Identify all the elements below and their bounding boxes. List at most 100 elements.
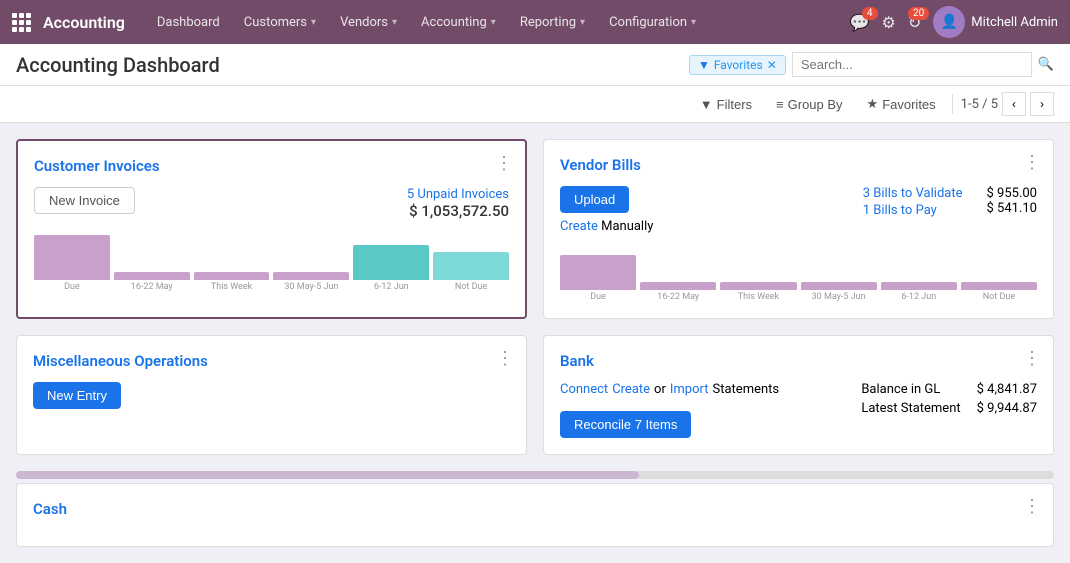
page-title: Accounting Dashboard: [16, 53, 220, 77]
scrollbar[interactable]: [16, 471, 1054, 479]
bills-validate-link[interactable]: 3 Bills to Validate: [863, 186, 963, 201]
bar-column: 30 May-5 Jun: [273, 272, 349, 292]
latest-statement-label: Latest Statement: [861, 401, 960, 416]
filters-button[interactable]: ▼ Filters: [692, 93, 760, 116]
search-input[interactable]: [792, 52, 1032, 77]
chevron-down-icon: ▾: [311, 17, 316, 28]
latest-statement-row: Latest Statement $ 9,944.87: [861, 401, 1037, 416]
customer-invoices-menu[interactable]: ⋮: [495, 153, 513, 174]
pagination: 1-5 / 5 ‹ ›: [961, 92, 1054, 116]
chevron-down-icon: ▾: [691, 17, 696, 28]
bar-label: This Week: [738, 292, 779, 302]
navbar-right: 💬4 ⚙ ↻20 👤 Mitchell Admin: [850, 6, 1058, 38]
misc-menu[interactable]: ⋮: [496, 348, 514, 369]
refresh-badge: 20: [908, 7, 929, 20]
misc-title: Miscellaneous Operations: [33, 352, 510, 370]
navbar: Accounting Dashboard Customers ▾ Vendors…: [0, 0, 1070, 44]
bar-label: 16-22 May: [657, 292, 699, 302]
bar: [114, 272, 190, 280]
cash-menu[interactable]: ⋮: [1023, 496, 1041, 517]
nav-accounting[interactable]: Accounting ▾: [409, 0, 508, 44]
import-link[interactable]: Import: [670, 382, 709, 397]
invoice-amount: $ 1,053,572.50: [407, 202, 509, 220]
bar: [433, 252, 509, 280]
invoice-bar-chart: Due 16-22 May This Week 30 May-5 Jun6-12 Ju…: [34, 232, 509, 292]
brand: Accounting: [43, 13, 125, 32]
refresh-icon[interactable]: ↻20: [908, 13, 921, 32]
cash-title: Cash: [33, 500, 1037, 518]
messages-icon[interactable]: 💬4: [850, 13, 870, 32]
connect-link[interactable]: Connect: [560, 382, 608, 397]
search-icon[interactable]: 🔍: [1038, 57, 1054, 72]
bar: [194, 272, 270, 280]
next-page-button[interactable]: ›: [1030, 92, 1054, 116]
vb-links: 3 Bills to Validate 1 Bills to Pay: [863, 186, 963, 218]
filter-bar: ▼ Filters ≡ Group By ★ Favorites 1-5 / 5…: [0, 86, 1070, 123]
remove-favorites-icon[interactable]: ✕: [767, 58, 777, 72]
vendor-bar-chart: Due16-22 MayThis Week30 May-5 Jun6-12 Ju…: [560, 242, 1037, 302]
sub-header: Accounting Dashboard ▼ Favorites ✕ 🔍: [0, 44, 1070, 86]
bar-column: 6-12 Jun: [353, 245, 429, 292]
filter-icon: ▼: [698, 58, 710, 72]
bank-menu[interactable]: ⋮: [1023, 348, 1041, 369]
bar-label: This Week: [211, 282, 252, 292]
star-icon: ★: [867, 96, 879, 112]
bar-column: 6-12 Jun: [881, 282, 957, 302]
reconcile-button[interactable]: Reconcile 7 Items: [560, 411, 691, 438]
latest-statement-amount: $ 9,944.87: [977, 401, 1037, 416]
favorites-tag[interactable]: ▼ Favorites ✕: [689, 55, 786, 75]
bar-label: Not Due: [983, 292, 1015, 302]
bar: [881, 282, 957, 290]
bar: [961, 282, 1037, 290]
vendor-bills-title: Vendor Bills: [560, 156, 1037, 174]
favorites-label: Favorites: [714, 58, 763, 72]
favorites-button[interactable]: ★ Favorites: [859, 92, 944, 116]
nav-customers[interactable]: Customers ▾: [232, 0, 328, 44]
settings-icon[interactable]: ⚙: [882, 13, 896, 32]
group-by-button[interactable]: ≡ Group By: [768, 93, 851, 116]
misc-operations-card: Miscellaneous Operations ⋮ New Entry: [16, 335, 527, 455]
chevron-down-icon: ▾: [580, 17, 585, 28]
or-text: or: [654, 382, 666, 397]
filter-funnel-icon: ▼: [700, 97, 713, 112]
statements-label: Statements: [713, 382, 780, 397]
user-menu[interactable]: 👤 Mitchell Admin: [933, 6, 1058, 38]
bar: [640, 282, 716, 290]
create-link[interactable]: Create: [612, 382, 650, 397]
upload-button[interactable]: Upload: [560, 186, 629, 213]
bar-label: 16-22 May: [131, 282, 173, 292]
chevron-down-icon: ▾: [491, 17, 496, 28]
bar-column: This Week: [720, 282, 796, 302]
avatar: 👤: [933, 6, 965, 38]
vendor-bills-menu[interactable]: ⋮: [1023, 152, 1041, 173]
bills-pay-link[interactable]: 1 Bills to Pay: [863, 203, 963, 218]
bar: [34, 235, 110, 280]
nav-dashboard[interactable]: Dashboard: [145, 0, 232, 44]
pay-amount: $ 541.10: [987, 201, 1038, 216]
manually-label: Manually: [601, 219, 653, 234]
apps-icon[interactable]: [12, 13, 31, 32]
prev-page-button[interactable]: ‹: [1002, 92, 1026, 116]
customer-invoices-title: Customer Invoices: [34, 157, 509, 175]
bank-links: Connect Create or Import Statements: [560, 382, 779, 397]
bank-title: Bank: [560, 352, 1037, 370]
main-content: Customer Invoices ⋮ New Invoice 5 Unpaid…: [0, 123, 1070, 471]
bar-column: This Week: [194, 272, 270, 292]
bar-column: Not Due: [433, 252, 509, 292]
brand-name: Accounting: [43, 13, 125, 32]
create-manually-link[interactable]: Create: [560, 219, 598, 234]
bar-column: Not Due: [961, 282, 1037, 302]
user-name: Mitchell Admin: [971, 15, 1058, 30]
unpaid-invoices-link[interactable]: 5 Unpaid Invoices: [407, 187, 509, 202]
bar: [560, 255, 636, 290]
nav-configuration[interactable]: Configuration ▾: [597, 0, 708, 44]
nav-links: Dashboard Customers ▾ Vendors ▾ Accounti…: [145, 0, 708, 44]
bar: [801, 282, 877, 290]
search-area: ▼ Favorites ✕ 🔍: [689, 52, 1054, 77]
nav-reporting[interactable]: Reporting ▾: [508, 0, 597, 44]
new-entry-button[interactable]: New Entry: [33, 382, 121, 409]
new-invoice-button[interactable]: New Invoice: [34, 187, 135, 214]
nav-vendors[interactable]: Vendors ▾: [328, 0, 409, 44]
bar-label: Due: [64, 282, 80, 292]
balance-amount: $ 4,841.87: [977, 382, 1037, 397]
